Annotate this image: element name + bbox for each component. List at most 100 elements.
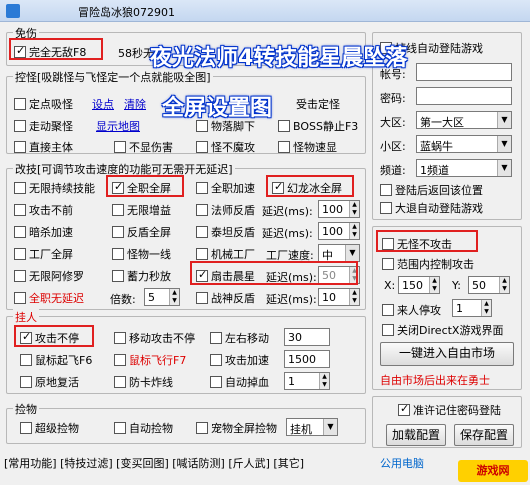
reverse-shield-fullscreen-checkbox[interactable]: 反盾全屏 bbox=[112, 224, 171, 240]
all-job-fullscreen-checkbox[interactable]: 全职全屏 bbox=[112, 180, 171, 196]
attack-no-forward-checkbox[interactable]: 攻击不前 bbox=[14, 202, 73, 218]
anti-disconnect-checkbox[interactable]: 防卡炸线 bbox=[114, 374, 173, 390]
mouse-fly2-checkbox[interactable]: 鼠标飞行F7 bbox=[114, 352, 186, 368]
spin-arrows-icon[interactable]: ▲ ▼ bbox=[349, 201, 359, 217]
no-magic-checkbox[interactable]: 怪不魔攻 bbox=[196, 139, 255, 155]
spin-arrows-icon[interactable]: ▲ ▼ bbox=[481, 300, 491, 316]
zone-select[interactable]: 蓝蜗牛 ▼ bbox=[416, 135, 512, 153]
auto-drop-checkbox[interactable]: 自动掉血 bbox=[210, 374, 269, 390]
multiplier-spin[interactable]: 5 ▲ ▼ bbox=[144, 288, 180, 306]
delay-spin-1[interactable]: 100 ▲ ▼ bbox=[318, 200, 360, 218]
delay-spin-3[interactable]: 50 ▲ ▼ bbox=[318, 266, 360, 284]
region-label: 大区: bbox=[380, 116, 406, 129]
check-icon bbox=[112, 180, 124, 194]
delay-spin-4[interactable]: 10 ▲ ▼ bbox=[318, 288, 360, 306]
mage-shield-checkbox[interactable]: 法师反盾 bbox=[196, 202, 255, 218]
free-market-button[interactable]: 一键进入自由市场 bbox=[380, 342, 514, 366]
check-icon bbox=[14, 44, 26, 58]
pickup-mode-select[interactable]: 挂机 ▼ bbox=[286, 418, 338, 436]
fan-star-checkbox[interactable]: 扇击晨星 bbox=[196, 268, 255, 284]
clear-link[interactable]: 清除 bbox=[124, 96, 146, 112]
mech-factory-checkbox[interactable]: 机械工厂 bbox=[196, 246, 255, 262]
check-icon bbox=[272, 180, 284, 194]
move-attack-checkbox[interactable]: 移动攻击不停 bbox=[114, 330, 195, 346]
check-icon bbox=[398, 402, 410, 416]
super-pickup-checkbox[interactable]: 超级捡物 bbox=[20, 420, 79, 436]
dragon-fullscreen-checkbox[interactable]: 幻龙冰全屏 bbox=[272, 180, 342, 196]
spin-arrows-icon[interactable]: ▲ ▼ bbox=[499, 277, 509, 293]
delay-label: 延迟(ms): bbox=[266, 293, 317, 306]
auto-pickup-checkbox[interactable]: 自动捡物 bbox=[114, 420, 173, 436]
mouse-fly-checkbox[interactable]: 鼠标起飞F6 bbox=[20, 352, 92, 368]
attack-nonstop-checkbox[interactable]: 攻击不停 bbox=[20, 330, 79, 346]
multiplier-label: 倍数: bbox=[110, 293, 136, 306]
window-title: 冒险岛冰狼072901 bbox=[78, 6, 175, 19]
show-map-link[interactable]: 显示地图 bbox=[96, 118, 140, 134]
direct-body-checkbox[interactable]: 直接主体 bbox=[14, 139, 73, 155]
spin-arrows-icon[interactable]: ▲ ▼ bbox=[349, 267, 359, 283]
left-right-checkbox[interactable]: 左右移动 bbox=[210, 330, 269, 346]
channel-label: 频道: bbox=[380, 164, 406, 177]
spin-arrows-icon[interactable]: ▲ ▼ bbox=[349, 223, 359, 239]
account-input[interactable] bbox=[416, 63, 512, 81]
all-job-speed-checkbox[interactable]: 全职加速 bbox=[196, 180, 255, 196]
pet-pickup-checkbox[interactable]: 宠物全屏捡物 bbox=[196, 420, 277, 436]
revive-checkbox[interactable]: 原地复活 bbox=[20, 374, 79, 390]
market-notice: 自由市场后出来在勇士 bbox=[380, 374, 490, 387]
channel-select[interactable]: 1频道 ▼ bbox=[416, 159, 512, 177]
spin-arrows-icon[interactable]: ▲ ▼ bbox=[349, 289, 359, 305]
region-select[interactable]: 第一大区 ▼ bbox=[416, 111, 512, 129]
attack-speed-checkbox[interactable]: 攻击加速 bbox=[210, 352, 269, 368]
check-icon bbox=[20, 330, 32, 344]
invincible-checkbox[interactable]: 完全无敌F8 bbox=[14, 44, 86, 60]
assassin-speed-checkbox[interactable]: 暗杀加速 bbox=[14, 224, 73, 240]
password-input[interactable] bbox=[416, 87, 512, 105]
spin-arrows-icon[interactable]: ▲ ▼ bbox=[319, 373, 329, 389]
auto-enter-checkbox[interactable]: 大退自动登陆游戏 bbox=[380, 200, 483, 216]
chevron-down-icon: ▼ bbox=[497, 136, 511, 152]
infinite-asura-checkbox[interactable]: 无限阿修罗 bbox=[14, 268, 84, 284]
factory-speed-select[interactable]: 中 ▼ bbox=[318, 244, 360, 262]
someone-stop-spin[interactable]: 1 ▲ ▼ bbox=[452, 299, 492, 317]
save-config-button[interactable]: 保存配置 bbox=[454, 424, 514, 446]
y-spin[interactable]: 50 ▲ ▼ bbox=[468, 276, 510, 294]
infinite-buff-checkbox[interactable]: 无限增益 bbox=[112, 202, 171, 218]
infinite-skill-checkbox[interactable]: 无限持续技能 bbox=[14, 180, 95, 196]
factory-fullscreen-checkbox[interactable]: 工厂全屏 bbox=[14, 246, 73, 262]
set-point-link[interactable]: 设点 bbox=[92, 96, 114, 112]
close-directx-checkbox[interactable]: 关闭DirectX游戏界面 bbox=[382, 322, 503, 338]
no-monster-no-attack-checkbox[interactable]: 无怪不攻击 bbox=[382, 236, 452, 252]
titan-shield-checkbox[interactable]: 泰坦反盾 bbox=[196, 224, 255, 240]
load-config-button[interactable]: 加载配置 bbox=[386, 424, 446, 446]
x-spin[interactable]: 150 ▲ ▼ bbox=[398, 276, 440, 294]
walk-pull-checkbox[interactable]: 走动聚怪 bbox=[14, 118, 73, 134]
chevron-down-icon: ▼ bbox=[345, 245, 359, 261]
chevron-down-icon: ▼ bbox=[497, 160, 511, 176]
group-title: 捡物 bbox=[13, 401, 39, 417]
delay-label: 延迟(ms): bbox=[262, 227, 313, 240]
fix-pull-checkbox[interactable]: 定点吸怪 bbox=[14, 96, 73, 112]
charge-release-checkbox[interactable]: 蓄力秒放 bbox=[112, 268, 171, 284]
delay-spin-2[interactable]: 100 ▲ ▼ bbox=[318, 222, 360, 240]
all-job-no-delay-checkbox[interactable]: 全职无延迟 bbox=[14, 290, 84, 306]
spin-arrows-icon[interactable]: ▲ ▼ bbox=[169, 289, 179, 305]
watermark: 游戏网 bbox=[458, 460, 528, 482]
auto-drop-spin[interactable]: 1 ▲ ▼ bbox=[284, 372, 330, 390]
boss-still-checkbox[interactable]: BOSS静止F3 bbox=[278, 118, 358, 134]
zone-label: 小区: bbox=[380, 140, 406, 153]
left-right-input[interactable]: 30 bbox=[284, 328, 330, 346]
delay-label: 延迟(ms): bbox=[266, 271, 317, 284]
spin-arrows-icon[interactable]: ▲ ▼ bbox=[429, 277, 439, 293]
password-label: 密码: bbox=[380, 92, 406, 105]
attack-speed-input[interactable]: 1500 bbox=[284, 350, 330, 368]
no-damage-checkbox[interactable]: 不显伤害 bbox=[114, 139, 173, 155]
overlay-subtitle: 全屏设置图 bbox=[162, 96, 273, 121]
remember-password-checkbox[interactable]: 准许记住密码登陆 bbox=[398, 402, 501, 418]
monster-slow-checkbox[interactable]: 怪物速显 bbox=[278, 139, 337, 155]
war-god-shield-checkbox[interactable]: 战神反盾 bbox=[196, 290, 255, 306]
factory-speed-label: 工厂速度: bbox=[266, 249, 314, 262]
monster-line-checkbox[interactable]: 怪物一线 bbox=[112, 246, 171, 262]
range-control-checkbox[interactable]: 范围内控制攻击 bbox=[382, 256, 474, 272]
return-position-checkbox[interactable]: 登陆后返回该位置 bbox=[380, 182, 483, 198]
someone-stop-checkbox[interactable]: 来人停攻 bbox=[382, 302, 441, 318]
